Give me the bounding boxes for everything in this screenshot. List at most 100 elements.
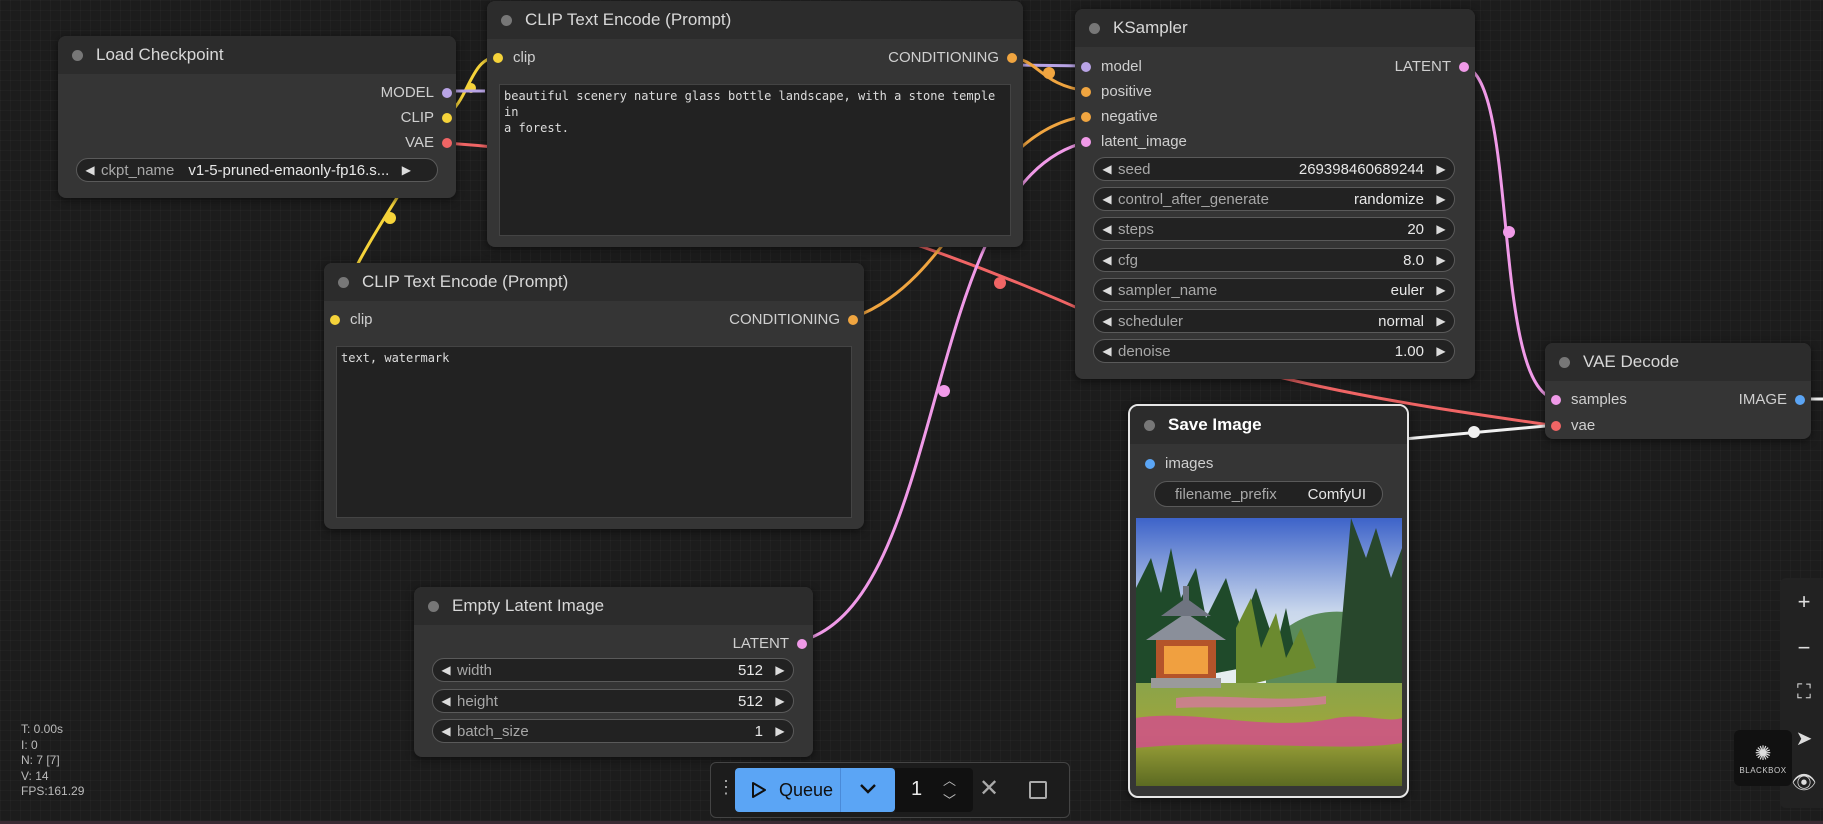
right-arrow-icon[interactable]: ▶ [399, 163, 413, 177]
generated-image-preview[interactable] [1136, 518, 1402, 786]
zoom-out-minus-icon[interactable]: − [1780, 628, 1823, 668]
filename-prefix-widget[interactable]: filename_prefix ComfyUI [1154, 481, 1383, 507]
output-clip[interactable]: CLIP [256, 109, 456, 126]
right-arrow-icon[interactable]: ▶ [1434, 344, 1448, 358]
steps-widget[interactable]: ◀ steps 20 ▶ [1093, 217, 1455, 241]
node-title-bar[interactable]: CLIP Text Encode (Prompt) [487, 1, 1023, 39]
latent-output-dot-icon[interactable] [797, 638, 807, 649]
collapse-dot-icon[interactable] [428, 600, 439, 612]
input-model[interactable]: model [1081, 58, 1142, 75]
input-vae[interactable]: vae [1551, 417, 1595, 434]
output-latent[interactable]: LATENT [733, 635, 807, 652]
collapse-dot-icon[interactable] [338, 276, 349, 288]
link-midpoint[interactable] [1043, 67, 1055, 79]
left-arrow-icon[interactable]: ◀ [1100, 253, 1114, 267]
left-arrow-icon[interactable]: ◀ [1100, 283, 1114, 297]
left-arrow-icon[interactable]: ◀ [439, 694, 453, 708]
fit-view-icon[interactable]: ⛶ [1780, 672, 1823, 712]
conditioning-output-dot-icon[interactable] [1007, 52, 1017, 63]
batch-size-widget[interactable]: ◀ batch_size 1 ▶ [432, 719, 794, 743]
node-title-bar[interactable]: Save Image [1130, 406, 1407, 444]
link-midpoint[interactable] [938, 385, 950, 397]
queue-button[interactable]: Queue [735, 768, 895, 812]
left-arrow-icon[interactable]: ◀ [439, 663, 453, 677]
left-arrow-icon[interactable]: ◀ [439, 724, 453, 738]
node-clip-text-encode-negative[interactable]: CLIP Text Encode (Prompt) clip CONDITION… [324, 263, 864, 529]
node-empty-latent-image[interactable]: Empty Latent Image LATENT ◀ width 512 ▶ ◀ he… [414, 587, 813, 757]
left-arrow-icon[interactable]: ◀ [83, 163, 97, 177]
collapse-dot-icon[interactable] [1144, 419, 1155, 431]
node-clip-text-encode-positive[interactable]: CLIP Text Encode (Prompt) clip CONDITION… [487, 1, 1023, 247]
images-input-dot-icon[interactable] [1145, 458, 1155, 469]
input-positive[interactable]: positive [1081, 83, 1152, 100]
right-arrow-icon[interactable]: ▶ [1434, 192, 1448, 206]
prompt-textarea[interactable]: text, watermark [336, 346, 852, 518]
output-model[interactable]: MODEL [256, 84, 456, 101]
height-widget[interactable]: ◀ height 512 ▶ [432, 689, 794, 713]
link-midpoint[interactable] [384, 212, 396, 224]
chevron-down-icon[interactable] [859, 783, 877, 795]
latent-input-dot-icon[interactable] [1081, 136, 1091, 147]
node-title-bar[interactable]: VAE Decode [1545, 343, 1811, 381]
width-widget[interactable]: ◀ width 512 ▶ [432, 658, 794, 682]
output-vae[interactable]: VAE [256, 134, 456, 151]
collapse-dot-icon[interactable] [501, 14, 512, 26]
input-latent-image[interactable]: latent_image [1081, 133, 1187, 150]
stop-square-icon[interactable] [1029, 781, 1047, 799]
node-vae-decode[interactable]: VAE Decode samples vae IMAGE [1545, 343, 1811, 439]
negative-input-dot-icon[interactable] [1081, 111, 1091, 122]
positive-input-dot-icon[interactable] [1081, 86, 1091, 97]
left-arrow-icon[interactable]: ◀ [1100, 344, 1114, 358]
output-conditioning[interactable]: CONDITIONING [729, 311, 858, 328]
ckpt-name-combo[interactable]: ◀ ckpt_name v1-5-pruned-emaonly-fp16.s..… [76, 158, 438, 182]
conditioning-output-dot-icon[interactable] [848, 314, 858, 325]
right-arrow-icon[interactable]: ▶ [1434, 314, 1448, 328]
left-arrow-icon[interactable]: ◀ [1100, 162, 1114, 176]
decrement-chevron-down-icon[interactable]: ﹀ [943, 790, 956, 809]
collapse-dot-icon[interactable] [72, 49, 83, 61]
model-input-dot-icon[interactable] [1081, 61, 1091, 72]
right-arrow-icon[interactable]: ▶ [1434, 222, 1448, 236]
prompt-textarea[interactable]: beautiful scenery nature glass bottle la… [499, 84, 1011, 236]
node-save-image[interactable]: Save Image images filename_prefix ComfyU… [1128, 404, 1409, 798]
model-output-dot-icon[interactable] [442, 87, 452, 98]
node-title-bar[interactable]: Empty Latent Image [414, 587, 813, 625]
scheduler-widget[interactable]: ◀ scheduler normal ▶ [1093, 309, 1455, 333]
seed-widget[interactable]: ◀ seed 269398460689244 ▶ [1093, 157, 1455, 181]
node-load-checkpoint[interactable]: Load Checkpoint MODEL CLIP VAE ◀ ckpt_na… [58, 36, 456, 198]
node-ksampler[interactable]: KSampler model positive negative latent_… [1075, 9, 1475, 379]
node-title-bar[interactable]: Load Checkpoint [58, 36, 456, 74]
node-title-bar[interactable]: KSampler [1075, 9, 1475, 47]
control-after-generate-widget[interactable]: ◀ control_after_generate randomize ▶ [1093, 187, 1455, 211]
sampler-name-widget[interactable]: ◀ sampler_name euler ▶ [1093, 278, 1455, 302]
input-samples[interactable]: samples [1551, 391, 1627, 408]
input-clip[interactable]: clip [493, 49, 536, 66]
link-midpoint[interactable] [1503, 226, 1515, 238]
drag-handle-icon[interactable]: ⋮ [717, 777, 735, 798]
right-arrow-icon[interactable]: ▶ [773, 724, 787, 738]
vae-output-dot-icon[interactable] [442, 137, 452, 148]
clip-output-dot-icon[interactable] [442, 112, 452, 123]
left-arrow-icon[interactable]: ◀ [1100, 192, 1114, 206]
link-midpoint[interactable] [1468, 426, 1480, 438]
clip-input-dot-icon[interactable] [330, 314, 340, 325]
input-negative[interactable]: negative [1081, 108, 1158, 125]
output-image[interactable]: IMAGE [1739, 391, 1805, 408]
clip-input-dot-icon[interactable] [493, 52, 503, 63]
right-arrow-icon[interactable]: ▶ [773, 694, 787, 708]
latent-output-dot-icon[interactable] [1459, 61, 1469, 72]
collapse-dot-icon[interactable] [1089, 22, 1100, 34]
right-arrow-icon[interactable]: ▶ [1434, 162, 1448, 176]
vae-input-dot-icon[interactable] [1551, 420, 1561, 431]
cfg-widget[interactable]: ◀ cfg 8.0 ▶ [1093, 248, 1455, 272]
image-output-dot-icon[interactable] [1795, 394, 1805, 405]
samples-input-dot-icon[interactable] [1551, 394, 1561, 405]
output-latent[interactable]: LATENT [1395, 58, 1469, 75]
right-arrow-icon[interactable]: ▶ [1434, 253, 1448, 267]
clear-queue-close-icon[interactable]: ✕ [979, 774, 999, 803]
queue-count-input[interactable]: 1 ︿ ﹀ [895, 768, 973, 812]
node-title-bar[interactable]: CLIP Text Encode (Prompt) [324, 263, 864, 301]
zoom-in-plus-icon[interactable]: + [1780, 582, 1823, 622]
left-arrow-icon[interactable]: ◀ [1100, 222, 1114, 236]
collapse-dot-icon[interactable] [1559, 356, 1570, 368]
